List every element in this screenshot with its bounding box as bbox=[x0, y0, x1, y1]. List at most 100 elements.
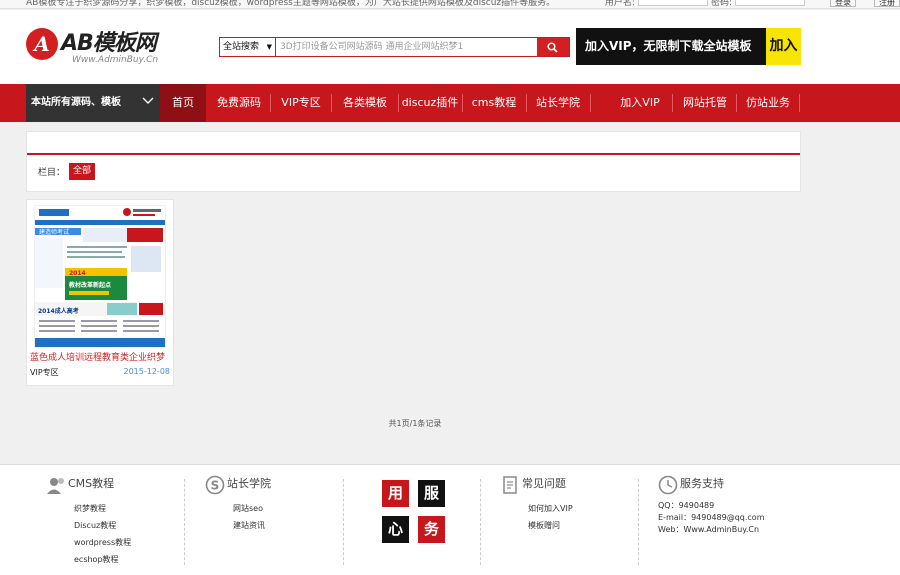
main-nav: 本站所有源码、模板 首页 免费源码 VIP专区 各类模板 discuz插件 cm… bbox=[0, 84, 900, 122]
nav-divider bbox=[270, 94, 271, 112]
site-footer: CMS教程 织梦教程 Discuz教程 wordpress教程 ecshop教程… bbox=[0, 464, 900, 575]
all-categories-menu[interactable]: 本站所有源码、模板 bbox=[26, 84, 160, 122]
footer-divider bbox=[184, 479, 185, 565]
template-thumbnail[interactable]: 建造师考试 2014 教材改革新起点 2014成人高考 bbox=[34, 205, 166, 348]
nav-item-join-vip[interactable]: 加入VIP bbox=[612, 84, 668, 122]
footer-link[interactable]: 模板赠问 bbox=[500, 517, 573, 534]
footer-divider bbox=[480, 479, 481, 565]
template-date: 2015-12-08 bbox=[123, 367, 171, 376]
logo-mark: A bbox=[26, 28, 58, 60]
category-filter: 栏目： 全部 bbox=[26, 131, 801, 192]
footer-link[interactable]: 如何加入VIP bbox=[500, 500, 573, 517]
document-icon bbox=[503, 476, 517, 494]
footer-col-header: S 站长学院 bbox=[205, 475, 271, 495]
nav-divider bbox=[526, 94, 527, 112]
chevron-down-icon bbox=[142, 97, 154, 104]
footer-divider bbox=[343, 479, 344, 565]
all-categories-label: 本站所有源码、模板 bbox=[31, 97, 121, 108]
vip-banner-text: 加入VIP，无限制下载全站模板 bbox=[585, 39, 752, 53]
category-divider bbox=[27, 153, 800, 155]
nav-item-templates[interactable]: 各类模板 bbox=[334, 84, 396, 122]
footer-col-title: CMS教程 bbox=[68, 477, 115, 490]
username-label: 用户名: bbox=[604, 0, 635, 8]
nav-item-hosting[interactable]: 网站托管 bbox=[676, 84, 734, 122]
top-bar: AB模板专注于织梦源码分享，织梦模板，discuz模板，wordpress主题等… bbox=[0, 0, 900, 9]
footer-link[interactable]: Discuz教程 bbox=[46, 517, 131, 534]
footer-col-support: 服务支持 QQ：9490489 E-mail：9490489@qq.com We… bbox=[658, 475, 765, 536]
footer-col-faq: 常见问题 如何加入VIP 模板赠问 bbox=[500, 475, 573, 534]
category-label: 栏目： bbox=[38, 168, 66, 178]
user-icon bbox=[47, 478, 64, 494]
thumbnail-preview: 建造师考试 2014 教材改革新起点 2014成人高考 bbox=[35, 206, 165, 347]
search-bar: 全站搜索 ▼ 3D打印设备公司网站源码 通用企业网站织梦1 bbox=[219, 37, 570, 57]
site-logo[interactable]: A AB模板网 Www.AdminBuy.Cn bbox=[26, 28, 158, 65]
support-contact-list: QQ：9490489 E-mail：9490489@qq.com Web：Www… bbox=[658, 500, 765, 536]
thumb-banner-text: 建造师考试 bbox=[39, 228, 69, 236]
nav-divider bbox=[331, 94, 332, 112]
search-input[interactable]: 3D打印设备公司网站源码 通用企业网站织梦1 bbox=[278, 38, 536, 56]
svg-text:S: S bbox=[211, 479, 220, 493]
search-icon bbox=[547, 42, 558, 53]
service-char: 服 bbox=[418, 480, 445, 507]
username-input[interactable] bbox=[637, 0, 708, 6]
footer-link[interactable]: 织梦教程 bbox=[46, 500, 131, 517]
nav-item-webmaster-academy[interactable]: 站长学院 bbox=[528, 84, 588, 122]
support-email[interactable]: E-mail：9490489@qq.com bbox=[658, 512, 765, 524]
site-header: A AB模板网 Www.AdminBuy.Cn 全站搜索 ▼ 3D打印设备公司网… bbox=[0, 10, 900, 84]
nav-item-vip-zone[interactable]: VIP专区 bbox=[274, 84, 328, 122]
footer-col-title: 服务支持 bbox=[680, 477, 724, 490]
service-char: 心 bbox=[382, 516, 409, 543]
nav-divider bbox=[398, 94, 399, 112]
nav-divider bbox=[672, 94, 673, 112]
service-char: 务 bbox=[418, 516, 445, 543]
pagination-info: 共1页/1条记录 bbox=[388, 419, 442, 428]
nav-item-cms-tutorials[interactable]: cms教程 bbox=[464, 84, 524, 122]
nav-item-site-cloning[interactable]: 仿站业务 bbox=[740, 84, 796, 122]
footer-link[interactable]: ecshop教程 bbox=[46, 551, 131, 568]
nav-divider bbox=[590, 94, 591, 112]
nav-divider bbox=[736, 94, 737, 112]
thumb-promo-bottom: 2014成人高考 bbox=[38, 307, 79, 315]
category-tag-all[interactable]: 全部 bbox=[69, 163, 96, 180]
password-input[interactable] bbox=[735, 0, 805, 6]
footer-divider bbox=[638, 479, 639, 565]
footer-link-list: 网站seo 建站资讯 bbox=[205, 500, 271, 534]
nav-item-free-source[interactable]: 免费源码 bbox=[210, 84, 268, 122]
footer-link-list: 织梦教程 Discuz教程 wordpress教程 ecshop教程 bbox=[46, 500, 131, 568]
template-card[interactable]: 建造师考试 2014 教材改革新起点 2014成人高考 蓝色成人培训远程教育类企… bbox=[26, 199, 174, 386]
template-category[interactable]: VIP专区 bbox=[30, 367, 59, 378]
clock-icon bbox=[658, 475, 678, 495]
footer-link[interactable]: 网站seo bbox=[205, 500, 271, 517]
footer-col-header: 常见问题 bbox=[500, 475, 573, 495]
thumb-promo-title: 教材改革新起点 bbox=[68, 281, 111, 289]
vip-join-button[interactable]: 加入 bbox=[766, 28, 801, 65]
nav-divider bbox=[799, 94, 800, 112]
search-scope-select[interactable]: 全站搜索 ▼ bbox=[220, 38, 276, 56]
service-logo: 用 服 心 务 bbox=[382, 480, 445, 543]
nav-item-discuz-plugins[interactable]: discuz插件 bbox=[400, 84, 460, 122]
logo-subtitle: Www.AdminBuy.Cn bbox=[72, 55, 159, 65]
vip-banner[interactable]: 加入VIP，无限制下载全站模板 加入 bbox=[576, 28, 801, 65]
register-button[interactable]: 注册 bbox=[874, 0, 900, 7]
footer-col-title: 站长学院 bbox=[227, 477, 271, 490]
nav-divider bbox=[462, 94, 463, 112]
footer-col-header: CMS教程 bbox=[46, 475, 131, 495]
search-button[interactable] bbox=[537, 38, 569, 56]
thumb-promo-year: 2014 bbox=[69, 270, 86, 277]
footer-link[interactable]: wordpress教程 bbox=[46, 534, 131, 551]
footer-col-cms: CMS教程 织梦教程 Discuz教程 wordpress教程 ecshop教程 bbox=[46, 475, 131, 568]
footer-link-list: 如何加入VIP 模板赠问 bbox=[500, 500, 573, 534]
support-web[interactable]: Web：Www.AdminBuy.Cn bbox=[658, 524, 765, 536]
footer-col-title: 常见问题 bbox=[522, 477, 566, 490]
login-form: 用户名: 密码: bbox=[605, 0, 805, 8]
footer-col-academy: S 站长学院 网站seo 建站资讯 bbox=[205, 475, 271, 534]
password-label: 密码: bbox=[710, 0, 732, 8]
footer-link[interactable]: 建站资讯 bbox=[205, 517, 271, 534]
login-button[interactable]: 登录 bbox=[830, 0, 856, 7]
site-notice: AB模板专注于织梦源码分享，织梦模板，discuz模板，wordpress主题等… bbox=[26, 0, 556, 8]
template-title[interactable]: 蓝色成人培训远程教育类企业织梦 bbox=[30, 350, 165, 363]
footer-col-header: 服务支持 bbox=[658, 475, 765, 495]
nav-item-home[interactable]: 首页 bbox=[160, 84, 206, 122]
logo-text: AB模板网 bbox=[61, 31, 157, 56]
support-qq: QQ：9490489 bbox=[658, 501, 715, 510]
